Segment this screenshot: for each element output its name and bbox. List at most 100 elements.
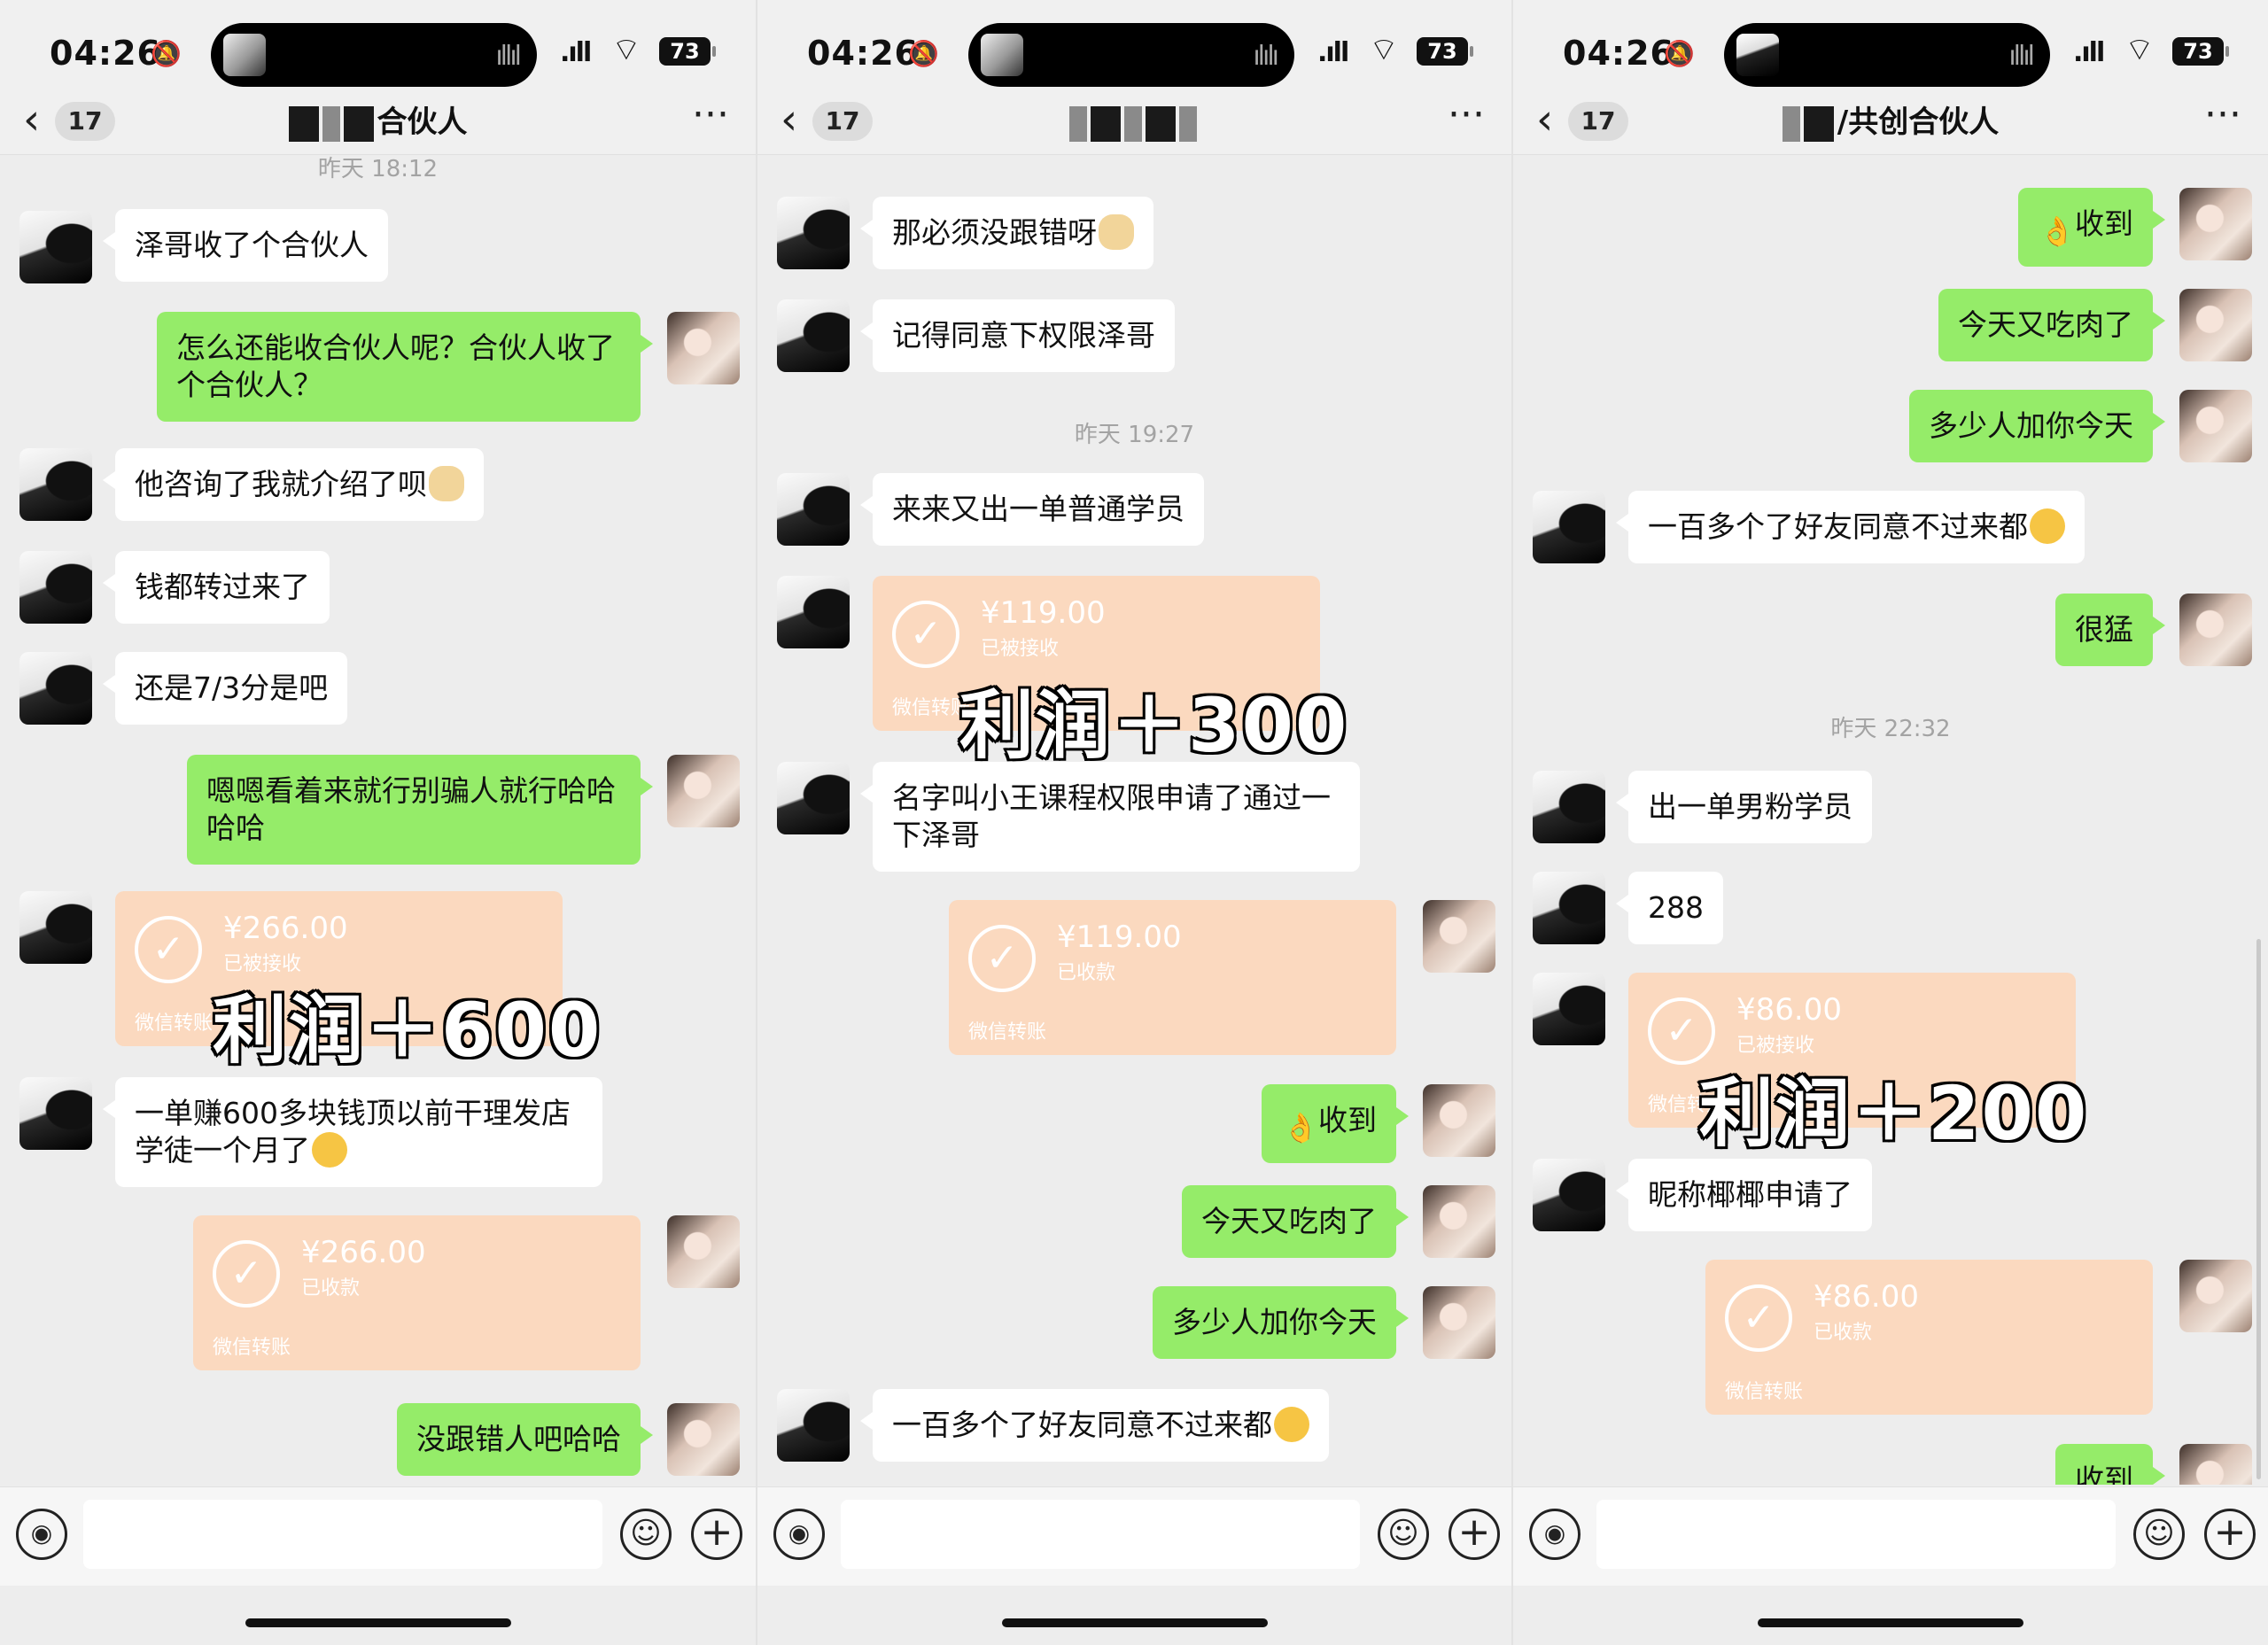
avatar[interactable] xyxy=(2179,1444,2252,1485)
emoji-picker-icon[interactable]: ☺ xyxy=(1378,1509,1429,1560)
transfer-card[interactable]: ✓ ¥266.00 已收款 微信转账 xyxy=(193,1215,641,1370)
status-time: 04:26 xyxy=(807,34,919,73)
avatar[interactable] xyxy=(777,197,850,269)
home-indicator[interactable] xyxy=(245,1618,511,1627)
message-input[interactable] xyxy=(83,1500,602,1569)
avatar[interactable] xyxy=(777,762,850,834)
avatar[interactable] xyxy=(667,312,740,384)
message-list[interactable]: 那必须没跟错呀 记得同意下权限泽哥 昨天 19:27 来来又出一单普通学员 ✓ … xyxy=(757,156,1511,1485)
avatar[interactable] xyxy=(19,211,92,283)
message-text: 他咨询了我就介绍了呗 xyxy=(135,467,427,501)
avatar[interactable] xyxy=(19,1077,92,1150)
message-bubble[interactable]: 多少人加你今天 xyxy=(1153,1286,1409,1359)
redaction xyxy=(1803,105,1834,142)
message-bubble[interactable]: 今天又吃肉了 xyxy=(1182,1185,1409,1258)
message-bubble[interactable]: 👌收到 xyxy=(1262,1084,1409,1163)
voice-input-icon[interactable]: ◉ xyxy=(16,1509,67,1560)
redaction xyxy=(288,105,319,142)
avatar[interactable] xyxy=(1423,900,1495,973)
message-bubble[interactable]: 一百多个了好友同意不过来都 xyxy=(1616,491,2085,563)
avatar[interactable] xyxy=(1423,1084,1495,1157)
message-bubble[interactable]: 他咨询了我就介绍了呗 xyxy=(103,448,484,521)
message-text: 多少人加你今天 xyxy=(1929,408,2133,443)
voice-input-icon[interactable]: ◉ xyxy=(1529,1509,1581,1560)
message-bubble[interactable]: 名字叫小王课程权限申请了通过一下泽哥 xyxy=(860,762,1360,872)
more-options-icon[interactable]: ··· xyxy=(1448,93,1485,137)
transfer-amount: ¥119.00 xyxy=(1057,919,1182,955)
message-bubble[interactable]: 没跟错人吧哈哈 xyxy=(397,1403,653,1476)
message-bubble[interactable]: 出一单男粉学员 xyxy=(1616,771,1872,843)
scrollbar[interactable] xyxy=(2256,939,2261,1479)
message-bubble[interactable]: 昵称椰椰申请了 xyxy=(1616,1159,1872,1231)
message-bubble[interactable]: 还是7/3分是吧 xyxy=(102,652,348,725)
plus-icon[interactable]: + xyxy=(2204,1509,2256,1560)
message-bubble[interactable]: 记得同意下权限泽哥 xyxy=(860,299,1175,372)
avatar[interactable] xyxy=(1423,1185,1495,1258)
avatar[interactable] xyxy=(1533,872,1605,944)
transfer-card[interactable]: ✓ ¥119.00 已收款 微信转账 xyxy=(949,900,1396,1055)
transfer-status: 已收款 xyxy=(301,1277,361,1300)
more-options-icon[interactable]: ··· xyxy=(2204,93,2241,137)
message-bubble[interactable]: 一百多个了好友同意不过来都 xyxy=(860,1389,1329,1462)
transfer-card[interactable]: ✓ ¥86.00 已收款 微信转账 xyxy=(1705,1260,2153,1415)
avatar[interactable] xyxy=(19,448,92,521)
message-bubble[interactable]: 一单赚600多块钱顶以前干理发店学徒一个月了 xyxy=(103,1077,602,1187)
message-bubble[interactable]: 👌收到 xyxy=(2018,188,2165,267)
avatar[interactable] xyxy=(667,755,740,827)
avatar[interactable] xyxy=(1423,1286,1495,1359)
emoji-picker-icon[interactable]: ☺ xyxy=(2133,1509,2185,1560)
message-bubble[interactable]: 今天又吃肉了 xyxy=(1938,289,2165,361)
emoji-picker-icon[interactable]: ☺ xyxy=(620,1509,672,1560)
message-bubble[interactable]: 泽哥收了个合伙人 xyxy=(103,209,388,282)
home-indicator[interactable] xyxy=(1758,1618,2023,1627)
chat-panel-1: 04:26 🔕 ıllıl .ıll ⌔ 73 ‹ 17 合伙人 ··· 昨天 … xyxy=(0,0,756,1645)
audio-wave-icon: ılılı xyxy=(1253,41,1279,72)
message-list[interactable]: 昨天 18:12 泽哥收了个合伙人 怎么还能收合伙人呢？合伙人收了个合伙人？ 他… xyxy=(0,156,756,1485)
transfer-amount: ¥266.00 xyxy=(223,911,348,946)
avatar[interactable] xyxy=(777,576,850,648)
message-bubble[interactable]: 嗯嗯看着来就行别骗人就行哈哈哈哈 xyxy=(187,755,653,865)
home-indicator[interactable] xyxy=(1001,1618,1268,1627)
message-input[interactable] xyxy=(1596,1500,2116,1569)
message-bubble[interactable]: 钱都转过来了 xyxy=(103,551,330,624)
plus-icon[interactable]: + xyxy=(1449,1509,1500,1560)
avatar[interactable] xyxy=(2179,1260,2252,1332)
avatar[interactable] xyxy=(2179,289,2252,361)
profit-overlay: 利润＋600 xyxy=(210,985,602,1076)
avatar[interactable] xyxy=(777,473,850,546)
message-list[interactable]: 👌收到 今天又吃肉了 多少人加你今天 一百多个了好友同意不过来都 很猛 昨天 2… xyxy=(1513,156,2268,1485)
plus-icon[interactable]: + xyxy=(691,1509,742,1560)
message-bubble[interactable]: 来来又出一单普通学员 xyxy=(860,473,1204,546)
more-options-icon[interactable]: ··· xyxy=(692,93,729,137)
avatar[interactable] xyxy=(667,1403,740,1476)
message-input[interactable] xyxy=(841,1500,1360,1569)
avatar[interactable] xyxy=(2179,188,2252,260)
avatar[interactable] xyxy=(777,299,850,372)
avatar[interactable] xyxy=(19,551,92,624)
message-bubble[interactable]: 收到 xyxy=(2055,1444,2165,1485)
avatar[interactable] xyxy=(1533,491,1605,563)
message-text: 收到 xyxy=(2075,206,2133,241)
avatar[interactable] xyxy=(1533,973,1605,1045)
voice-input-icon[interactable]: ◉ xyxy=(773,1509,825,1560)
avatar[interactable] xyxy=(1533,771,1605,843)
message-bubble[interactable]: 多少人加你今天 xyxy=(1909,390,2165,462)
avatar[interactable] xyxy=(667,1215,740,1288)
check-icon: ✓ xyxy=(1725,1284,1792,1352)
message-bubble[interactable]: 怎么还能收合伙人呢？合伙人收了个合伙人？ xyxy=(157,312,653,422)
avatar[interactable] xyxy=(19,652,92,725)
message-bubble[interactable]: 很猛 xyxy=(2055,594,2165,666)
profit-overlay: 利润＋300 xyxy=(957,680,1349,772)
avatar[interactable] xyxy=(2179,390,2252,462)
message-text: 昵称椰椰申请了 xyxy=(1648,1177,1852,1212)
message-bubble[interactable]: 那必须没跟错呀 xyxy=(860,197,1153,269)
message-bubble[interactable]: 288 xyxy=(1616,872,1723,944)
avatar[interactable] xyxy=(2179,594,2252,666)
message-text: 很猛 xyxy=(2075,612,2133,647)
avatar[interactable] xyxy=(1533,1159,1605,1231)
redaction xyxy=(1090,105,1121,142)
message-text: 泽哥收了个合伙人 xyxy=(135,228,369,262)
island-avatar xyxy=(1736,34,1779,76)
avatar[interactable] xyxy=(19,891,92,964)
avatar[interactable] xyxy=(777,1389,850,1462)
